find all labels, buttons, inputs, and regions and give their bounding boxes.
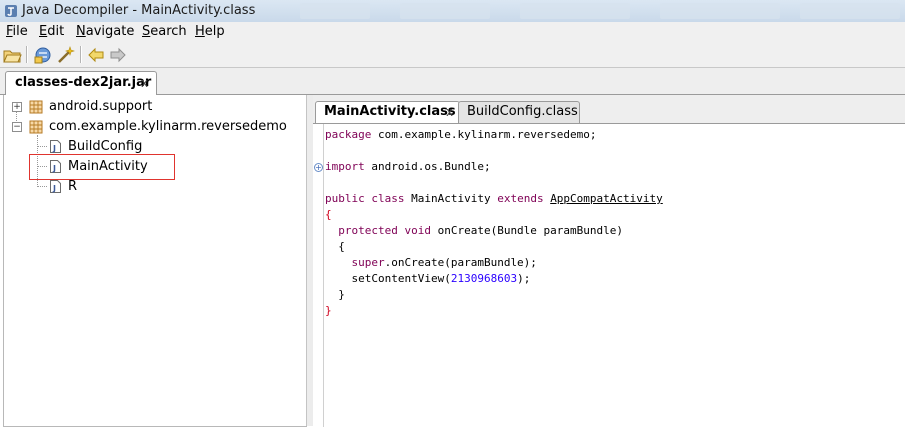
java-class-file-icon: J bbox=[50, 180, 61, 193]
open-type-icon[interactable] bbox=[33, 45, 53, 65]
tree-node-r[interactable]: J R bbox=[4, 178, 304, 196]
open-file-icon[interactable] bbox=[2, 45, 22, 65]
toolbar bbox=[0, 42, 905, 68]
tab-label: MainActivity.class bbox=[324, 104, 456, 119]
jar-tab-label: classes-dex2jar.jar bbox=[15, 75, 152, 90]
superclass-link[interactable]: AppCompatActivity bbox=[550, 192, 663, 205]
back-arrow-icon[interactable] bbox=[86, 45, 106, 65]
expand-icon[interactable]: + bbox=[12, 102, 22, 112]
code-line-method-open: { bbox=[325, 240, 345, 253]
java-class-file-icon: J bbox=[50, 140, 61, 153]
package-icon bbox=[29, 120, 43, 134]
tab-classes-dex2jar[interactable]: classes-dex2jar.jar x bbox=[5, 71, 157, 95]
expand-fold-icon[interactable]: + bbox=[314, 163, 323, 172]
code-line-open-brace: { bbox=[325, 208, 332, 221]
menu-search[interactable]: Search bbox=[142, 24, 187, 39]
tree-node-com-example-kylinarm-reversedemo[interactable]: − com.example.kylinarm.reversedemo bbox=[4, 118, 304, 136]
blurred-taskbar-area bbox=[520, 3, 630, 19]
menu-edit[interactable]: Edit bbox=[39, 24, 64, 39]
close-icon[interactable]: x bbox=[141, 76, 148, 90]
tab-buildconfig-class[interactable]: BuildConfig.class bbox=[458, 101, 580, 123]
close-icon[interactable]: x bbox=[446, 105, 453, 119]
editor-area: MainActivity.class x BuildConfig.class +… bbox=[313, 95, 905, 427]
blurred-taskbar-area bbox=[660, 3, 780, 19]
code-line-setcontentview: setContentView(2130968603); bbox=[325, 272, 531, 285]
toolbar-separator bbox=[26, 46, 28, 63]
title-bar: Java Decompiler - MainActivity.class bbox=[0, 0, 905, 23]
collapse-icon[interactable]: − bbox=[12, 122, 22, 132]
svg-text:J: J bbox=[52, 144, 56, 153]
code-line-import: import android.os.Bundle; bbox=[325, 160, 491, 173]
forward-arrow-icon[interactable] bbox=[108, 45, 128, 65]
tree-node-label: R bbox=[68, 179, 78, 194]
java-decompiler-app-icon bbox=[5, 5, 17, 17]
code-line-class-declaration: public class MainActivity extends AppCom… bbox=[325, 192, 663, 205]
blurred-taskbar-area bbox=[800, 3, 900, 19]
code-view[interactable]: + package com.example.kylinarm.reversede… bbox=[313, 123, 905, 427]
selection-highlight-box bbox=[29, 154, 175, 180]
tree-node-label: BuildConfig bbox=[68, 139, 143, 154]
window-title: Java Decompiler - MainActivity.class bbox=[22, 3, 256, 18]
menu-help[interactable]: Help bbox=[195, 24, 225, 39]
tab-label: BuildConfig.class bbox=[467, 104, 578, 119]
toolbar-separator bbox=[80, 46, 82, 63]
package-icon bbox=[29, 100, 43, 114]
magic-wand-icon[interactable] bbox=[56, 45, 76, 65]
package-tree: + android.support − com.example.kylinarm… bbox=[3, 95, 307, 427]
tree-node-android-support[interactable]: + android.support bbox=[4, 98, 304, 116]
tree-node-label: com.example.kylinarm.reversedemo bbox=[49, 119, 287, 134]
jar-tab-strip: classes-dex2jar.jar x bbox=[0, 68, 905, 95]
blurred-taskbar-area bbox=[300, 3, 370, 19]
code-line-close-brace: } bbox=[325, 304, 332, 317]
blurred-taskbar-area bbox=[400, 3, 490, 19]
menu-navigate[interactable]: Navigate bbox=[76, 24, 134, 39]
menu-file[interactable]: File bbox=[6, 24, 28, 39]
tree-node-label: android.support bbox=[49, 99, 153, 114]
code-line-method-close: } bbox=[325, 288, 345, 301]
code-line-package: package com.example.kylinarm.reversedemo… bbox=[325, 128, 597, 141]
menu-bar: File Edit Navigate Search Help bbox=[0, 22, 905, 42]
fold-gutter: + bbox=[313, 124, 324, 427]
editor-tab-strip: MainActivity.class x BuildConfig.class bbox=[313, 95, 905, 123]
svg-text:J: J bbox=[52, 184, 56, 193]
code-line-super-call: super.onCreate(paramBundle); bbox=[325, 256, 537, 269]
tab-mainactivity-class[interactable]: MainActivity.class x bbox=[315, 101, 460, 123]
code-line-oncreate: protected void onCreate(Bundle paramBund… bbox=[325, 224, 624, 237]
